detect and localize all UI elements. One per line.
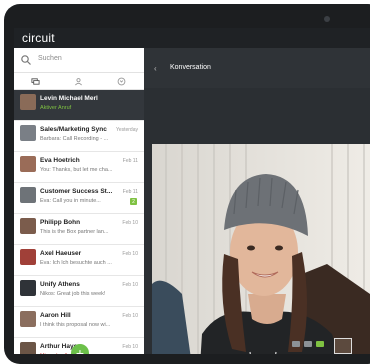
sidebar-tabs xyxy=(14,73,144,90)
conversation-name: Sales/Marketing Sync xyxy=(40,126,107,133)
chat-icon xyxy=(31,77,40,85)
tab-conversations[interactable] xyxy=(14,73,57,89)
app-screen: circuit Suchen Levin Michael Merl Aktiver… xyxy=(14,28,370,354)
microphone-icon[interactable] xyxy=(304,341,312,347)
search-input[interactable]: Suchen xyxy=(38,55,62,62)
avatar xyxy=(20,94,36,110)
conversation-preview: This is the Box partner lan... xyxy=(40,229,109,235)
search-icon xyxy=(21,55,31,65)
avatar xyxy=(20,249,36,265)
conversation-item[interactable]: Axel Haeuser Eva: Ich lch besuchte auch .… xyxy=(14,245,144,276)
conversation-date: Feb 11 xyxy=(122,189,138,195)
unread-badge: 2 xyxy=(130,198,137,205)
conversation-list: Levin Michael Merl Aktiver Anruf Sales/Mar… xyxy=(14,90,144,354)
conversation-item[interactable]: Aaron Hill I think this proposal now wi..… xyxy=(14,307,144,338)
tab-people[interactable] xyxy=(57,73,100,89)
search-bar[interactable]: Suchen xyxy=(14,48,144,73)
conversation-item[interactable]: Levin Michael Merl Aktiver Anruf xyxy=(14,90,144,121)
conversation-preview: Eva: Ich lch besuchte auch ... xyxy=(40,260,112,266)
conversation-item[interactable]: Philipp Bohn This is the Box partner lan.… xyxy=(14,214,144,245)
conversation-preview: Aktiver Anruf xyxy=(40,105,72,111)
avatar xyxy=(20,342,36,354)
conversation-item[interactable]: Sales/Marketing Sync Barbara: Call Record… xyxy=(14,121,144,152)
conversation-date: Feb 10 xyxy=(122,251,138,257)
conversation-name: Unify Athens xyxy=(40,281,80,288)
avatar xyxy=(20,125,36,141)
video-feed xyxy=(152,144,370,354)
camera-icon[interactable] xyxy=(316,341,324,347)
conversation-title: Konversation xyxy=(170,64,211,71)
conversation-name: Philipp Bohn xyxy=(40,219,81,226)
conversation-preview: You: Thanks, but let me cha... xyxy=(40,167,113,173)
conversation-item[interactable]: Eva Hoetrich You: Thanks, but let me cha.… xyxy=(14,152,144,183)
conversation-date: Yesterday xyxy=(115,127,138,133)
phone-icon xyxy=(117,77,126,85)
conversation-name: Customer Success St... xyxy=(40,188,113,195)
avatar xyxy=(20,311,36,327)
conversation-name: Aaron Hill xyxy=(40,312,71,319)
top-bar: circuit xyxy=(14,28,370,48)
conversation-date: Feb 10 xyxy=(122,313,138,319)
conversation-date: Feb 10 xyxy=(122,220,138,226)
avatar xyxy=(20,280,36,296)
tab-calls[interactable] xyxy=(100,73,143,89)
avatar xyxy=(20,187,36,203)
conversation-preview: I think this proposal now wi... xyxy=(40,322,111,328)
conversation-header: ‹ Konversation xyxy=(144,48,370,88)
conversation-name: Eva Hoetrich xyxy=(40,157,80,164)
conversation-pane: ‹ Konversation xyxy=(144,48,370,354)
chat-icon[interactable] xyxy=(292,341,300,347)
conversation-name: Axel Haeuser xyxy=(40,250,82,257)
conversation-item[interactable]: Unify Athens Nikos: Great job this week! F… xyxy=(14,276,144,307)
conversation-date: Feb 10 xyxy=(122,282,138,288)
conversation-preview: Nikos: Great job this week! xyxy=(40,291,106,297)
conversation-name: Levin Michael Merl xyxy=(40,95,98,102)
avatar xyxy=(20,218,36,234)
people-icon xyxy=(75,77,82,85)
conversation-date: Feb 10 xyxy=(122,344,138,350)
camera-dot xyxy=(324,16,330,22)
back-chevron-icon[interactable]: ‹ xyxy=(154,64,157,73)
self-view-thumbnail xyxy=(334,338,352,354)
app-logo: circuit xyxy=(22,31,55,45)
conversation-preview: Barbara: Call Recording - ... xyxy=(40,136,109,142)
conversation-item[interactable]: Customer Success St... Eva: Call you in m… xyxy=(14,183,144,214)
conversation-sidebar: Suchen Levin Michael Merl Aktiver Anruf Sa… xyxy=(14,48,144,354)
conversation-date: Feb 11 xyxy=(122,158,138,164)
avatar xyxy=(20,156,36,172)
conversation-preview: Eva: Call you in minute... xyxy=(40,198,101,204)
